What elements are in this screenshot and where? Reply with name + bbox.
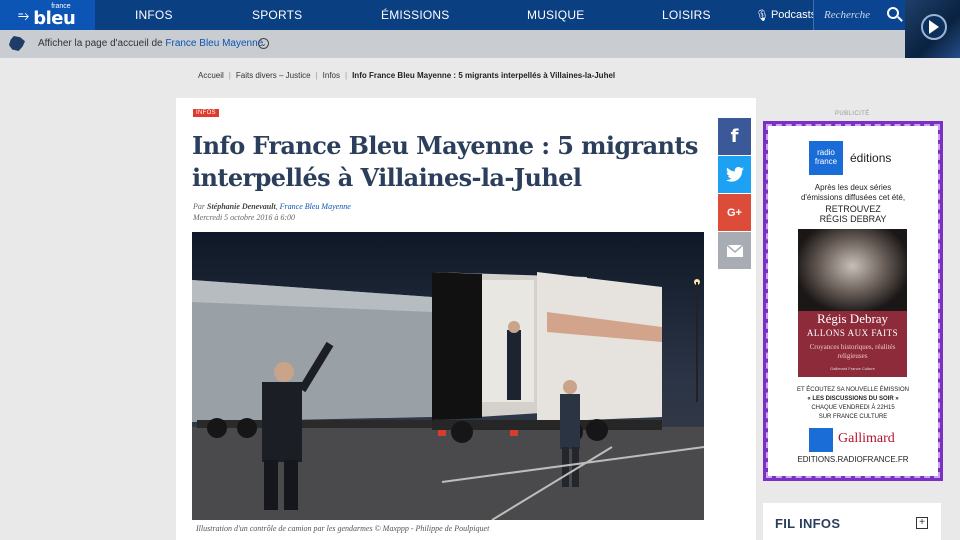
nav-item-emissions[interactable]: ÉMISSIONS: [381, 8, 449, 22]
play-icon[interactable]: [929, 20, 939, 34]
book-description: Croyances historiques, réalités religieu…: [809, 343, 896, 360]
book-publisher: Gallimard France Culture: [830, 366, 875, 371]
facebook-icon: f: [730, 126, 739, 147]
byline-prefix: Par: [193, 202, 205, 211]
station-bar: Afficher la page d'accueil de France Ble…: [0, 30, 905, 58]
breadcrumb-faits-divers[interactable]: Faits divers – Justice: [236, 71, 311, 80]
google-plus-icon: G+: [727, 206, 742, 219]
station-name[interactable]: France Bleu Mayenne: [165, 38, 263, 49]
france-map-icon: [9, 36, 25, 51]
nav-item-loisirs[interactable]: LOISIRS: [662, 8, 711, 22]
ad-line-4: RÉGIS DEBRAY: [819, 214, 887, 224]
article-date: Mercredi 5 octobre 2016 à 6:00: [193, 213, 295, 222]
author-portrait: [798, 229, 907, 311]
radio-france-logo: radio france: [809, 141, 843, 175]
breadcrumb-infos[interactable]: Infos: [323, 71, 340, 80]
book-title: ALLONS AUX FAITS: [806, 328, 899, 338]
article-photo: [192, 232, 704, 520]
radio-france-small-logo: [809, 428, 833, 452]
podcasts-label: Podcasts: [770, 9, 817, 21]
ad-line-6: « LES DISCUSSIONS DU SOIR »: [807, 396, 899, 402]
author-name[interactable]: Stéphanie Denevault: [207, 202, 276, 211]
breadcrumb-accueil[interactable]: Accueil: [198, 71, 224, 80]
search-placeholder: Recherche: [824, 9, 871, 21]
ad-line-1: Après les deux séries: [814, 183, 892, 192]
ad-book-cover: Régis Debray ALLONS AUX FAITS Croyances …: [798, 229, 907, 377]
search-icon[interactable]: [887, 7, 899, 19]
article-byline: Par Stéphanie Denevault, France Bleu May…: [193, 202, 351, 211]
google-plus-share-button[interactable]: G+: [718, 194, 751, 231]
ad-editions-label: éditions: [850, 151, 892, 165]
photo-caption: Illustration d'un contrôle de camion par…: [196, 524, 490, 533]
podcast-icon: 🎙: [755, 9, 769, 22]
ad-line-7: CHAQUE VENDREDI À 22H15: [811, 405, 895, 411]
facebook-share-button[interactable]: f: [718, 118, 751, 155]
main-nav: INFOS SPORTS ÉMISSIONS MUSIQUE LOISIRS: [0, 0, 755, 30]
breadcrumb-current: Info France Bleu Mayenne : 5 migrants in…: [352, 71, 616, 80]
breadcrumb: Accueil | Faits divers – Justice | Infos | Inf…: [198, 71, 616, 80]
nav-item-sports[interactable]: SPORTS: [252, 8, 302, 22]
mail-icon: [726, 244, 743, 257]
station-homepage-link[interactable]: Afficher la page d'accueil de France Ble…: [38, 38, 263, 49]
chevron-down-icon[interactable]: ⌄: [258, 38, 269, 49]
twitter-icon: [725, 167, 744, 182]
expand-plus-icon[interactable]: +: [916, 517, 928, 529]
category-badge[interactable]: INFOS: [193, 109, 219, 117]
nav-item-musique[interactable]: MUSIQUE: [527, 8, 584, 22]
live-player[interactable]: [905, 0, 960, 58]
nav-item-infos[interactable]: INFOS: [135, 8, 173, 22]
ad-line-5: ET ÉCOUTEZ SA NOUVELLE ÉMISSION: [797, 387, 909, 393]
article-title: Info France Bleu Mayenne : 5 migrants in…: [192, 131, 698, 192]
podcasts-link[interactable]: 🎙 Podcasts: [755, 0, 816, 30]
ad-line-3: RETROUVEZ: [825, 204, 881, 214]
ad-label: PUBLICITÉ: [835, 111, 870, 117]
fil-infos-title: FIL INFOS: [775, 516, 841, 531]
ad-line-2: d'émissions diffusées cet été,: [800, 193, 906, 202]
station-prefix: Afficher la page d'accueil de: [38, 38, 163, 49]
ad-line-8: SUR FRANCE CULTURE: [818, 414, 888, 420]
twitter-share-button[interactable]: [718, 156, 751, 193]
gallimard-logo: Gallimard: [838, 431, 895, 446]
author-station[interactable]: France Bleu Mayenne: [280, 202, 351, 211]
email-share-button[interactable]: [718, 232, 751, 269]
fil-infos-panel[interactable]: FIL INFOS +: [763, 503, 941, 540]
search-input[interactable]: Recherche: [813, 0, 905, 30]
book-author: Régis Debray: [816, 311, 889, 326]
ad-url[interactable]: EDITIONS.RADIOFRANCE.FR: [766, 455, 940, 464]
